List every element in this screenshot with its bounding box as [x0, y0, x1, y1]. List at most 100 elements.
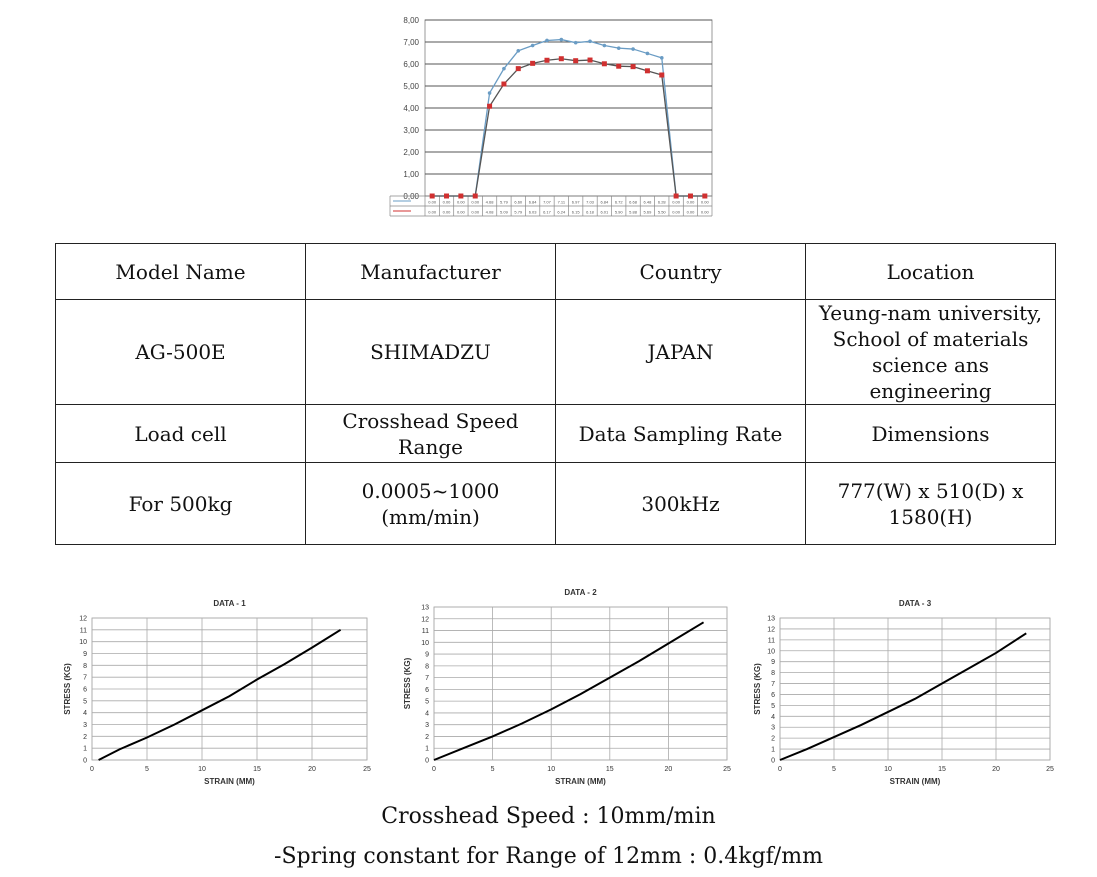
- y-tick-label: 2,00: [403, 148, 419, 157]
- table-value: 6.28: [658, 200, 667, 205]
- table-value: 6.24: [557, 210, 566, 215]
- x-tick-label: 20: [665, 766, 673, 773]
- table-value: 5.69: [644, 210, 653, 215]
- x-tick-label: 10: [884, 766, 892, 773]
- data-point: [530, 60, 536, 66]
- table-value: 6.18: [586, 210, 595, 215]
- data-point: [544, 57, 550, 63]
- y-tick-label: 12: [79, 616, 87, 623]
- y-tick-label: 11: [422, 628, 429, 635]
- stress-strain-chart-1: 01234567891011120 5 10 15 20 25DATA - 1STRAIN…: [63, 599, 371, 786]
- data-point: [601, 61, 607, 67]
- x-tick-label: 15: [606, 766, 614, 773]
- y-axis-label: STRESS (KG): [63, 663, 72, 715]
- y-tick-label: 7: [83, 675, 87, 682]
- data-point: [687, 193, 693, 199]
- y-tick-label: 10: [79, 639, 87, 646]
- x-tick-label: 25: [363, 766, 371, 773]
- chart-title: DATA - 2: [564, 588, 597, 597]
- table-value: 6.03: [529, 210, 538, 215]
- equipment-spec-table: Model Name Manufacturer Country Location…: [55, 243, 1056, 545]
- table-value: 6.48: [644, 200, 653, 205]
- y-tick-label: 6: [83, 687, 87, 694]
- y-tick-label: 5: [83, 698, 87, 705]
- y-tick-label: 0: [83, 758, 87, 765]
- y-tick-label: 3: [425, 722, 429, 729]
- table-value: 6.01: [600, 210, 609, 215]
- table-value: 5.09: [500, 210, 509, 215]
- table-value: 0.00: [701, 200, 710, 205]
- y-tick-label: 1: [771, 747, 775, 754]
- table-row: Model Name Manufacturer Country Location: [55, 243, 1056, 300]
- data-point: [444, 193, 450, 199]
- y-tick-label: 8: [425, 663, 429, 670]
- y-tick-label: 0,00: [403, 192, 419, 201]
- y-tick-label: 6: [425, 687, 429, 694]
- table-value: 4.08: [486, 210, 495, 215]
- table-value: 0.00: [672, 210, 681, 215]
- data-point: [429, 193, 435, 199]
- y-tick-label: 13: [421, 605, 429, 612]
- table-value: 0.00: [443, 200, 452, 205]
- data-point: [487, 103, 493, 109]
- data-point: [558, 56, 564, 62]
- x-axis-label: STRAIN (MM): [204, 777, 255, 786]
- x-tick-label: 5: [491, 766, 495, 773]
- caption-crosshead-speed: Crosshead Speed : 10mm/min: [381, 804, 716, 829]
- x-tick-label: 5: [145, 766, 149, 773]
- y-tick-label: 3: [83, 722, 87, 729]
- table-value: 6.84: [600, 200, 609, 205]
- x-axis-label: STRAIN (MM): [890, 777, 941, 786]
- table-value: 6.97: [572, 200, 581, 205]
- table-value: 7.11: [558, 200, 566, 205]
- table-value: 0.00: [672, 200, 681, 205]
- data-point: [502, 66, 506, 71]
- data-point: [472, 193, 478, 199]
- data-point: [501, 81, 507, 87]
- y-tick-label: 12: [421, 616, 429, 623]
- data-point: [458, 193, 464, 199]
- table-value: 5.88: [629, 210, 638, 215]
- y-tick-label: 8: [771, 670, 775, 677]
- table-row: Load cell Crosshead Speed Range Data Sam…: [55, 404, 1056, 463]
- y-tick-label: 9: [771, 659, 775, 666]
- y-tick-label: 0: [425, 758, 429, 765]
- table-value: 6.17: [543, 210, 552, 215]
- data-point: [616, 46, 621, 50]
- table-value: 0.00: [428, 200, 437, 205]
- header-sampling-rate: Data Sampling Rate: [555, 404, 806, 463]
- table-value: 7.07: [543, 200, 552, 205]
- y-tick-label: 4: [425, 710, 429, 717]
- y-tick-label: 11: [768, 637, 775, 644]
- y-tick-label: 10: [767, 648, 775, 655]
- data-point: [630, 64, 636, 70]
- table-value: 5.79: [500, 200, 509, 205]
- data-point: [644, 68, 650, 74]
- table-value: 5.50: [658, 210, 667, 215]
- x-tick-label: 20: [992, 766, 1000, 773]
- table-value: 0.00: [457, 200, 466, 205]
- data-point: [545, 38, 549, 43]
- y-tick-label: 6,00: [403, 60, 419, 69]
- y-tick-label: 3: [771, 725, 775, 732]
- y-tick-label: 9: [83, 651, 87, 658]
- y-tick-label: 7: [425, 675, 429, 682]
- data-point: [516, 49, 521, 53]
- data-point: [573, 58, 579, 64]
- cell-crosshead-speed: 0.0005~1000 (mm/min): [305, 462, 556, 545]
- x-tick-label: 5: [832, 766, 836, 773]
- cell-sampling-rate: 300kHz: [555, 462, 806, 545]
- plot-area: [433, 606, 728, 761]
- y-tick-label: 3,00: [403, 126, 419, 135]
- y-axis-label: STRESS (KG): [753, 663, 762, 715]
- x-tick-label: 20: [308, 766, 316, 773]
- y-tick-label: 8,00: [403, 16, 419, 25]
- table-value: 0.00: [428, 210, 437, 215]
- x-tick-label: 0: [778, 766, 782, 773]
- table-value: 4.68: [486, 200, 495, 205]
- data-point: [602, 43, 607, 48]
- table-value: 0.00: [471, 210, 480, 215]
- chart-title: DATA - 3: [899, 599, 932, 608]
- cell-location: Yeung-nam university, School of material…: [805, 299, 1056, 405]
- header-dimensions: Dimensions: [805, 404, 1056, 463]
